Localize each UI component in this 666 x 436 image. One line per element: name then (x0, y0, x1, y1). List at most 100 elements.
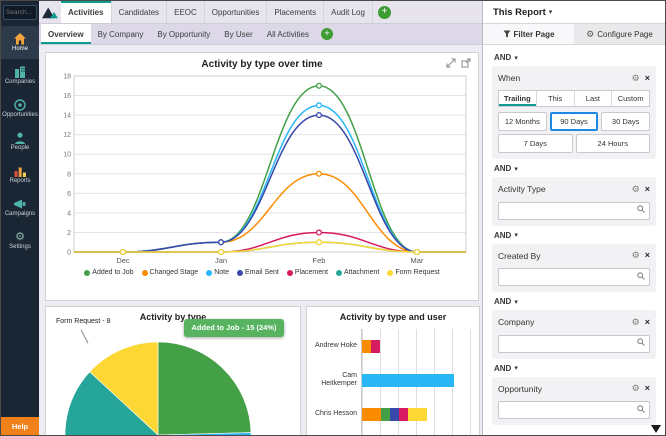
operator-dropdown[interactable]: AND ▾ (494, 297, 656, 306)
filter-card-activity-type: Activity Type ⚙ × (492, 177, 656, 226)
legend-item[interactable]: Email Sent (237, 269, 279, 276)
legend-item[interactable]: Added to Job (84, 269, 134, 276)
svg-text:8: 8 (67, 171, 71, 178)
report-config-panel: This Report ▾ Filter Page ⚙ Configure Pa… (482, 1, 665, 435)
subtab-by-company[interactable]: By Company (91, 24, 151, 44)
sidebar-search[interactable] (3, 5, 37, 20)
legend-item[interactable]: Form Request (387, 269, 440, 276)
gear-icon[interactable]: ⚙ (632, 384, 640, 393)
tab-activities[interactable]: Activities (61, 1, 112, 23)
svg-text:16: 16 (63, 93, 71, 100)
tab-eeoc[interactable]: EEOC (167, 1, 205, 23)
this-report-menu[interactable]: This Report ▾ (483, 1, 665, 23)
bar-segment[interactable] (380, 407, 390, 421)
bar-segment[interactable] (398, 407, 409, 421)
filter-search-input[interactable] (498, 401, 650, 419)
tab-filter-page[interactable]: Filter Page (483, 24, 574, 44)
when-option-24-hours[interactable]: 24 Hours (575, 134, 650, 153)
when-option-7-days[interactable]: 7 Days (498, 134, 573, 153)
legend-item[interactable]: Changed Stage (141, 269, 198, 276)
search-input[interactable] (6, 9, 34, 16)
scroll-down-indicator[interactable] (651, 425, 661, 433)
subtab-overview[interactable]: Overview (41, 24, 91, 44)
building-icon (15, 66, 25, 78)
tab-audit-log[interactable]: Audit Log (324, 1, 373, 23)
filter-card-opportunity: Opportunity ⚙ × (492, 376, 656, 425)
sidebar-item-settings[interactable]: ⚙ Settings (1, 224, 39, 257)
when-option-12-months[interactable]: 12 Months (498, 112, 547, 131)
bar-chart[interactable]: Andrew Hoke Cam Heitkemper Chris Hesson (311, 329, 473, 435)
legend-item[interactable]: Attachment (335, 269, 379, 276)
bar-segment[interactable] (362, 339, 372, 353)
when-option-90-days[interactable]: 90 Days (549, 112, 599, 131)
operator-dropdown[interactable]: AND ▾ (494, 53, 656, 62)
maximize-icon[interactable] (446, 58, 456, 68)
activity-by-type-user-card: Activity by type and user Andrew Hoke Cam… (306, 306, 480, 435)
sidebar-item-label: Reports (9, 178, 31, 184)
filter-card-created-by: Created By ⚙ × (492, 243, 656, 292)
operator-dropdown[interactable]: AND ▾ (494, 364, 656, 373)
add-tab-button[interactable]: + (377, 5, 391, 19)
sidebar-item-opportunities[interactable]: Opportunities (1, 92, 39, 125)
sidebar-item-companies[interactable]: Companies (1, 59, 39, 92)
svg-text:10: 10 (63, 152, 71, 159)
tab-opportunities[interactable]: Opportunities (205, 1, 268, 23)
operator-dropdown[interactable]: AND ▾ (494, 231, 656, 240)
when-tab-trailing[interactable]: Trailing (499, 91, 537, 106)
line-chart[interactable]: 0 2 4 6 8 10 12 14 16 18 Dec Jan Feb Mar (50, 70, 474, 268)
gear-icon[interactable]: ⚙ (632, 251, 640, 260)
filter-search-input[interactable] (498, 334, 650, 353)
gear-icon[interactable]: ⚙ (632, 317, 640, 327)
bar-segment[interactable] (408, 407, 427, 421)
bar-category-label: Chris Hesson (314, 409, 357, 417)
add-subtab-button[interactable]: + (320, 28, 333, 40)
bar-row (362, 363, 473, 397)
close-icon[interactable]: × (645, 384, 650, 393)
sidebar-item-label: Companies (4, 79, 36, 85)
close-icon[interactable]: × (645, 184, 650, 194)
report-subtabbar: Overview By Company By Opportunity By Us… (39, 24, 484, 45)
when-option-30-days[interactable]: 30 Days (601, 112, 650, 131)
subtab-all-activities[interactable]: All Activities (260, 24, 316, 44)
pie-chart[interactable] (46, 325, 301, 436)
legend-item[interactable]: Placement (286, 269, 328, 276)
chevron-down-icon: ▾ (514, 298, 518, 306)
when-tab-custom[interactable]: Custom (612, 91, 649, 106)
close-icon[interactable]: × (645, 73, 650, 83)
sidebar-item-home[interactable]: Home (1, 26, 39, 59)
svg-text:6: 6 (67, 191, 71, 198)
gear-icon[interactable]: ⚙ (632, 73, 640, 83)
close-icon[interactable]: × (645, 317, 650, 327)
sidebar-item-people[interactable]: People (1, 125, 39, 158)
bar-segment[interactable] (362, 407, 381, 421)
svg-text:18: 18 (63, 74, 71, 81)
bar-segment[interactable] (389, 407, 399, 421)
legend-item[interactable]: Note (206, 269, 229, 276)
bar-segment[interactable] (371, 339, 381, 353)
tab-configure-page[interactable]: ⚙ Configure Page (574, 24, 665, 44)
sidebar-item-reports[interactable]: Reports (1, 158, 39, 191)
tab-placements[interactable]: Placements (267, 1, 325, 23)
gear-icon: ⚙ (586, 28, 595, 39)
search-icon (637, 338, 645, 346)
when-tab-last[interactable]: Last (575, 91, 613, 106)
activity-by-type-card: Activity by type Form Request - 8 Added … (45, 306, 301, 436)
subtab-by-opportunity[interactable]: By Opportunity (150, 24, 217, 44)
activity-over-time-card: Activity by type over time 0 2 4 6 8 10 12 14 16… (45, 52, 479, 301)
bar-row (362, 397, 473, 431)
when-mode-tabs: Trailing This Last Custom (498, 90, 650, 107)
when-tab-this[interactable]: This (537, 91, 575, 106)
close-icon[interactable]: × (645, 251, 650, 260)
filter-search-input[interactable] (498, 268, 650, 286)
operator-dropdown[interactable]: AND ▾ (494, 164, 656, 173)
tab-candidates[interactable]: Candidates (112, 1, 168, 23)
filter-search-input[interactable] (498, 201, 650, 220)
sidebar-item-campaigns[interactable]: Campaigns (1, 191, 39, 224)
bar-segment[interactable] (362, 373, 455, 387)
subtab-by-user[interactable]: By User (217, 24, 259, 44)
gear-icon[interactable]: ⚙ (632, 184, 640, 194)
export-icon[interactable] (461, 58, 471, 68)
help-button[interactable]: Help (1, 417, 39, 435)
filter-title: Created By (498, 250, 541, 261)
filter-title: Company (498, 317, 535, 327)
